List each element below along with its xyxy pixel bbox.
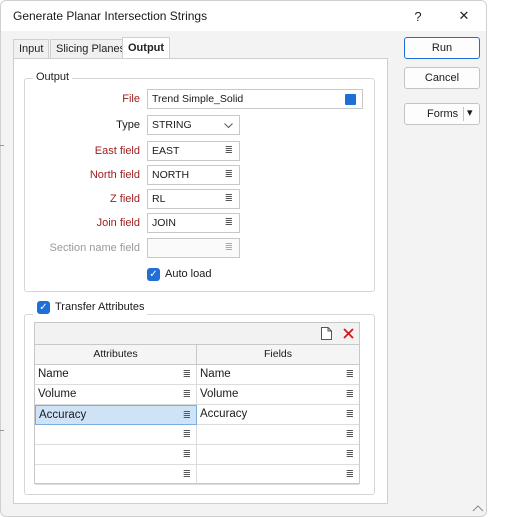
type-value: STRING	[152, 119, 192, 131]
cell-text: Volume	[200, 388, 239, 400]
east-field-input[interactable]: EAST ≣	[147, 141, 240, 161]
table-cell-attribute[interactable]: Name ≣	[35, 365, 197, 385]
forms-dropdown-icon[interactable]: ▾	[467, 106, 473, 119]
cell-text: Volume	[38, 388, 77, 400]
north-field-input[interactable]: NORTH ≣	[147, 165, 240, 185]
attributes-grid: Attributes Fields Name ≣ Name ≣ Volume ≣ Vo…	[34, 322, 360, 485]
help-button[interactable]: ?	[395, 1, 441, 31]
list-icon[interactable]: ≣	[225, 166, 233, 184]
file-input[interactable]: Trend Simple_Solid	[147, 89, 363, 109]
list-icon[interactable]: ≣	[225, 239, 233, 257]
table-cell-field[interactable]: ≣	[197, 465, 359, 485]
forms-button[interactable]: Forms ▾	[404, 103, 480, 125]
list-icon[interactable]: ≣	[346, 465, 354, 484]
file-value: Trend Simple_Solid	[152, 93, 244, 105]
column-header-attributes[interactable]: Attributes	[35, 345, 197, 365]
cancel-button[interactable]: Cancel	[404, 67, 480, 89]
cell-text: Name	[200, 368, 231, 380]
grid-toolbar	[35, 323, 359, 345]
output-group	[24, 78, 375, 292]
list-icon[interactable]: ≣	[346, 385, 354, 404]
background-edge	[0, 430, 4, 431]
list-icon[interactable]: ≣	[183, 406, 191, 425]
north-field-value: NORTH	[152, 169, 190, 181]
list-icon[interactable]: ≣	[183, 445, 191, 464]
table-cell-attribute[interactable]: ≣	[35, 465, 197, 485]
list-icon[interactable]: ≣	[183, 425, 191, 444]
auto-load-label: Auto load	[165, 268, 212, 280]
z-field-input[interactable]: RL ≣	[147, 189, 240, 209]
collapse-chevron-icon[interactable]	[472, 504, 484, 512]
section-name-field-label: Section name field	[49, 242, 141, 254]
list-icon[interactable]: ≣	[346, 365, 354, 384]
list-icon[interactable]: ≣	[225, 214, 233, 232]
window-title: Generate Planar Intersection Strings	[13, 9, 208, 23]
output-group-label: Output	[33, 71, 73, 83]
north-field-label: North field	[89, 169, 140, 181]
auto-load-checkbox[interactable]: ✓	[147, 268, 160, 281]
forms-label: Forms	[427, 108, 459, 120]
forms-divider	[463, 107, 464, 121]
chevron-down-icon	[224, 123, 233, 129]
table-cell-field[interactable]: Name ≣	[197, 365, 359, 385]
tab-input[interactable]: Input	[13, 39, 50, 58]
cell-text: Name	[38, 368, 69, 380]
list-icon[interactable]: ≣	[183, 465, 191, 484]
list-icon[interactable]: ≣	[183, 365, 191, 384]
new-file-icon[interactable]	[321, 327, 332, 340]
tab-output[interactable]: Output	[122, 37, 171, 59]
section-name-field-input[interactable]: ≣	[147, 238, 240, 258]
title-bar: Generate Planar Intersection Strings ? ✕	[1, 1, 486, 31]
transfer-attributes-checkbox[interactable]: ✓	[37, 301, 50, 314]
cell-text: Accuracy	[39, 409, 87, 421]
cell-text: Accuracy	[200, 408, 248, 420]
close-button[interactable]: ✕	[441, 1, 486, 31]
table-cell-attribute[interactable]: ≣	[35, 425, 197, 445]
table-cell-attribute[interactable]: ≣	[35, 445, 197, 465]
table-cell-field[interactable]: Volume ≣	[197, 385, 359, 405]
dialog-window: Generate Planar Intersection Strings ? ✕…	[0, 0, 487, 517]
transfer-attributes-label: Transfer Attributes	[55, 301, 145, 313]
join-field-input[interactable]: JOIN ≣	[147, 213, 240, 233]
close-icon: ✕	[458, 8, 470, 23]
table-cell-field[interactable]: ≣	[197, 445, 359, 465]
join-field-label: Join field	[96, 217, 140, 229]
delete-icon[interactable]	[343, 328, 354, 339]
file-label: File	[122, 93, 140, 105]
list-icon[interactable]: ≣	[346, 405, 354, 424]
type-select[interactable]: STRING	[147, 115, 240, 135]
list-icon[interactable]: ≣	[346, 425, 354, 444]
z-field-value: RL	[152, 193, 166, 205]
list-icon[interactable]: ≣	[225, 142, 233, 160]
tab-slicing-planes[interactable]: Slicing Planes	[50, 39, 132, 58]
list-icon[interactable]: ≣	[183, 385, 191, 404]
list-icon[interactable]: ≣	[346, 445, 354, 464]
type-label: Type	[116, 119, 140, 131]
join-field-value: JOIN	[152, 217, 176, 229]
column-header-fields[interactable]: Fields	[197, 345, 359, 365]
background-edge	[0, 145, 4, 146]
run-button[interactable]: Run	[404, 37, 480, 59]
list-icon[interactable]: ≣	[225, 190, 233, 208]
east-field-value: EAST	[152, 145, 180, 157]
table-cell-field[interactable]: Accuracy ≣	[197, 405, 359, 425]
east-field-label: East field	[94, 145, 140, 157]
z-field-label: Z field	[110, 193, 140, 205]
table-cell-attribute[interactable]: Volume ≣	[35, 385, 197, 405]
table-cell-attribute-selected[interactable]: Accuracy ≣	[35, 405, 197, 425]
table-cell-field[interactable]: ≣	[197, 425, 359, 445]
file-browse-icon[interactable]	[345, 94, 356, 105]
